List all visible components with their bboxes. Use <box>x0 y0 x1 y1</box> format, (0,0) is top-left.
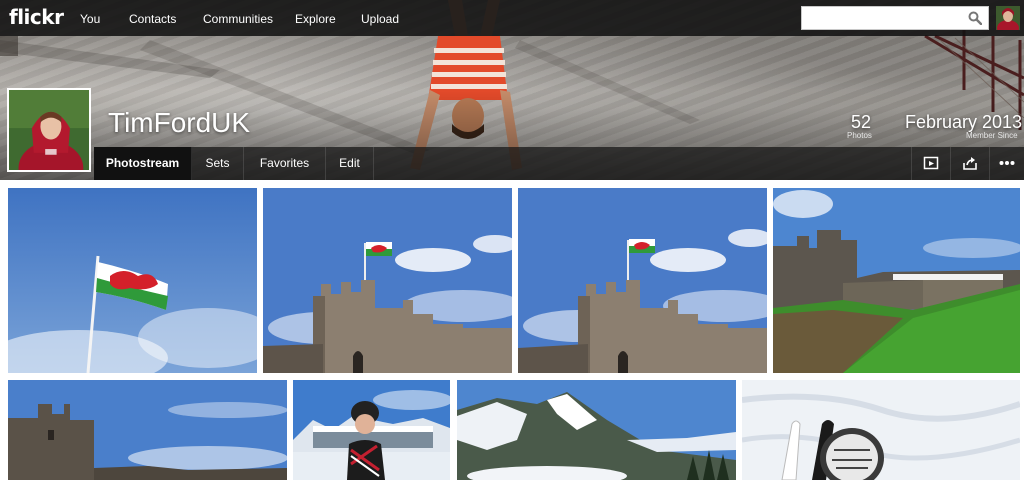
search-input[interactable] <box>802 7 962 29</box>
share-icon <box>963 157 977 170</box>
nav-communities[interactable]: Communities <box>203 12 273 26</box>
photo-castle-moat <box>773 188 1020 373</box>
photo-castle-flag <box>263 188 512 373</box>
slideshow-icon <box>923 156 939 170</box>
photo-tile[interactable] <box>518 188 767 373</box>
photo-tile[interactable] <box>773 188 1020 373</box>
photo-skier-portrait <box>293 380 450 480</box>
nav-upload[interactable]: Upload <box>361 12 399 26</box>
user-avatar-small[interactable] <box>996 6 1020 30</box>
nav-contacts[interactable]: Contacts <box>129 12 176 26</box>
tab-favorites[interactable]: Favorites <box>244 147 326 180</box>
photo-tile[interactable] <box>263 188 512 373</box>
photostream-subnav: Photostream Sets Favorites Edit <box>94 147 1024 180</box>
nav-explore[interactable]: Explore <box>295 12 336 26</box>
profile-username: TimFordUK <box>108 107 251 138</box>
photo-snowy-mountains <box>457 380 736 480</box>
nav-you[interactable]: You <box>80 12 100 26</box>
photo-ski-tips <box>742 380 1020 480</box>
flickr-logo[interactable]: flickr <box>9 5 64 29</box>
more-button[interactable] <box>989 147 1024 180</box>
photo-castle-flag-2 <box>518 188 767 373</box>
photo-tile[interactable] <box>457 380 736 480</box>
tab-photostream[interactable]: Photostream <box>94 147 192 180</box>
share-button[interactable] <box>950 147 989 180</box>
photo-tile[interactable] <box>293 380 450 480</box>
photo-tile[interactable] <box>8 188 257 373</box>
photo-castle-tower <box>8 380 287 480</box>
tab-sets[interactable]: Sets <box>192 147 244 180</box>
photos-label: Photos <box>847 131 872 140</box>
tab-edit[interactable]: Edit <box>326 147 374 180</box>
photos-count: 52 <box>851 112 872 132</box>
photo-welsh-flag <box>8 188 257 373</box>
search-box <box>801 6 989 30</box>
photo-tile[interactable] <box>8 380 287 480</box>
search-icon[interactable] <box>968 11 982 25</box>
profile-avatar[interactable] <box>7 88 91 172</box>
top-navigation-bar: flickr You Contacts Communities Explore … <box>0 0 1024 36</box>
member-since-value: February 2013 <box>905 112 1023 132</box>
slideshow-button[interactable] <box>911 147 950 180</box>
more-icon <box>999 161 1015 165</box>
photo-tile[interactable] <box>742 380 1020 480</box>
member-since-label: Member Since <box>966 131 1018 140</box>
